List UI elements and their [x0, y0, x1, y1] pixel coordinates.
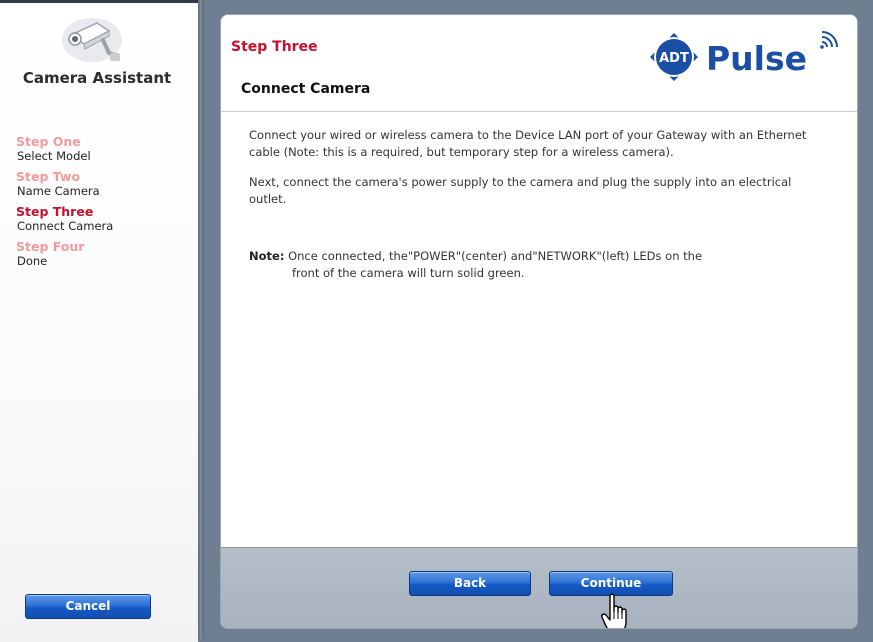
sidebar-divider [198, 0, 204, 639]
step-one: Step One Select Model [16, 134, 113, 164]
step-subtitle: Select Model [17, 149, 91, 163]
back-button[interactable]: Back [409, 571, 531, 596]
sidebar: Camera Assistant Step One Select Model S… [0, 0, 198, 642]
note-text-continued: front of the camera will turn solid gree… [292, 266, 525, 280]
note-text: Once connected, the"POWER"(center) and"N… [288, 249, 703, 263]
step-subtitle: Name Camera [17, 184, 100, 198]
sidebar-title: Camera Assistant [22, 69, 172, 87]
instruction-paragraph: Next, connect the camera's power supply … [249, 175, 792, 206]
panel-footer: Back Continue [221, 547, 857, 628]
panel-header: Step Three Connect Camera ADT Pulse [221, 15, 857, 112]
page-title: Connect Camera [241, 81, 371, 97]
cancel-button[interactable]: Cancel [25, 594, 151, 619]
step-title: Step One [16, 134, 81, 149]
step-title: Step Four [16, 239, 85, 254]
instructions: Connect your wired or wireless camera to… [249, 127, 819, 282]
wizard-panel: Step Three Connect Camera ADT Pulse Conn… [220, 14, 858, 629]
hand-cursor-icon [601, 593, 627, 628]
logo-badge-text: ADT [659, 51, 689, 66]
step-title: Step Two [16, 169, 81, 184]
step-subtitle: Done [17, 254, 48, 268]
step-four: Step Four Done [16, 239, 113, 269]
camera-icon [62, 18, 122, 62]
adt-pulse-logo: ADT Pulse [650, 31, 838, 81]
note-label: Note: [249, 249, 285, 263]
step-subtitle: Connect Camera [17, 219, 114, 233]
step-list: Step One Select Model Step Two Name Came… [16, 134, 113, 274]
step-title-active: Step Three [16, 204, 94, 219]
step-two: Step Two Name Camera [16, 169, 113, 199]
note: Note: Once connected, the"POWER"(center)… [249, 248, 819, 282]
instruction-paragraph: Connect your wired or wireless camera to… [249, 128, 807, 159]
step-heading: Step Three [231, 39, 318, 55]
step-three: Step Three Connect Camera [16, 204, 113, 234]
logo-name: Pulse [706, 39, 807, 78]
